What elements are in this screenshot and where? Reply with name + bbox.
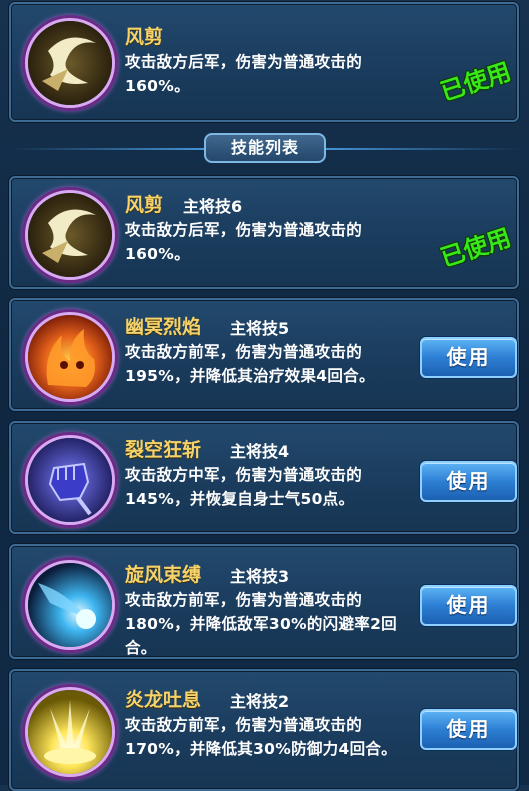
used-status-badge: 已使用 xyxy=(437,223,515,273)
light-burst-icon xyxy=(25,687,115,777)
skill-name: 幽冥烈焰 xyxy=(125,316,202,338)
skill-name: 旋风束缚 xyxy=(125,564,202,586)
wind-slash-icon xyxy=(25,18,115,108)
skill-description: 攻击敌方后军，伤害为普通攻击的160%。 xyxy=(125,221,363,263)
skill-level: 主将技2 xyxy=(230,692,290,711)
skill-card: 幽冥烈焰 主将技5 攻击敌方前军，伤害为普通攻击的195%，并降低其治疗效果4回… xyxy=(9,298,519,411)
skill-level: 主将技5 xyxy=(230,319,290,338)
skill-card: 裂空狂斩 主将技4 攻击敌方中军，伤害为普通攻击的145%，并恢复自身士气50点… xyxy=(9,421,519,534)
skill-level: 主将技6 xyxy=(183,197,243,216)
use-skill-button[interactable]: 使用 xyxy=(420,709,517,750)
section-title: 技能列表 xyxy=(204,133,326,163)
use-skill-button[interactable]: 使用 xyxy=(420,585,517,626)
flame-face-icon xyxy=(25,312,115,402)
skill-description: 攻击敌方前军，伤害为普通攻击的180%，并降低敌军30%的闪避率2回合。 xyxy=(125,591,397,657)
current-skill-card: 风剪 攻击敌方后军，伤害为普通攻击的160%。 已使用 xyxy=(9,2,519,122)
use-skill-button[interactable]: 使用 xyxy=(420,337,517,378)
skill-name: 裂空狂斩 xyxy=(125,439,202,461)
use-skill-button[interactable]: 使用 xyxy=(420,461,517,502)
blue-comet-icon xyxy=(25,560,115,650)
fist-icon xyxy=(25,435,115,525)
skill-name: 炎龙吐息 xyxy=(125,689,202,711)
skill-card: 炎龙吐息 主将技2 攻击敌方前军，伤害为普通攻击的170%，并降低其30%防御力… xyxy=(9,669,519,791)
skill-description: 攻击敌方前军，伤害为普通攻击的170%，并降低其30%防御力4回合。 xyxy=(125,716,397,758)
skill-description: 攻击敌方前军，伤害为普通攻击的195%，并降低其治疗效果4回合。 xyxy=(125,343,375,385)
skill-card: 旋风束缚 主将技3 攻击敌方前军，伤害为普通攻击的180%，并降低敌军30%的闪… xyxy=(9,544,519,659)
skill-description: 攻击敌方后军，伤害为普通攻击的160%。 xyxy=(125,53,363,95)
skill-name: 风剪 xyxy=(125,194,164,216)
skill-description: 攻击敌方中军，伤害为普通攻击的145%，并恢复自身士气50点。 xyxy=(125,466,363,508)
skill-name: 风剪 xyxy=(125,26,164,48)
wind-slash-icon xyxy=(25,190,115,280)
skill-card: 风剪 主将技6 攻击敌方后军，伤害为普通攻击的160%。 已使用 xyxy=(9,176,519,289)
skill-level: 主将技4 xyxy=(230,442,290,461)
skill-level: 主将技3 xyxy=(230,567,290,586)
used-status-badge: 已使用 xyxy=(437,57,515,107)
